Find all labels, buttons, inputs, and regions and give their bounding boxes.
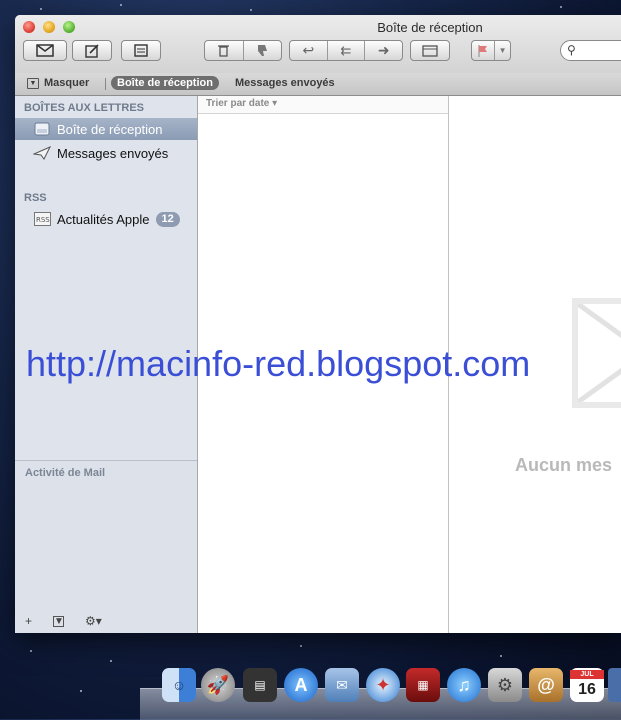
unread-count-badge: 12 — [155, 211, 180, 227]
rss-header: RSS — [24, 192, 47, 204]
mail-activity-panel: Activité de Mail — [15, 460, 197, 633]
archive-box-icon — [422, 44, 438, 57]
search-field[interactable]: ⚲ — [560, 40, 621, 61]
envelope-icon — [36, 44, 54, 57]
sidebar-item-label: Boîte de réception — [57, 121, 163, 137]
minimize-window-button[interactable] — [43, 21, 55, 33]
mail-stamp-icon[interactable]: ✉ — [325, 668, 359, 702]
safari-icon[interactable]: ✦ — [366, 668, 400, 702]
mission-control-icon[interactable]: ▤ — [243, 668, 277, 702]
flag-icon — [478, 44, 488, 57]
favorites-divider — [105, 78, 106, 90]
reply-forward-group: ↩ ⇇ ➜ — [289, 40, 403, 61]
delete-button[interactable] — [205, 41, 244, 60]
sidebar-item-sent[interactable]: Messages envoyés — [15, 142, 197, 164]
svg-text:RSS: RSS — [36, 216, 50, 224]
reply-button[interactable]: ↩ — [290, 41, 328, 60]
launchpad-icon[interactable]: 🚀 — [201, 668, 235, 702]
show-hide-icon[interactable]: ▼ — [53, 616, 64, 627]
delete-junk-group — [204, 40, 282, 61]
note-icon — [134, 44, 148, 57]
get-mail-button[interactable] — [23, 40, 67, 61]
zoom-window-button[interactable] — [63, 21, 75, 33]
calendar-icon[interactable]: JUL 16 — [570, 668, 604, 702]
contacts-icon[interactable]: @ — [529, 668, 563, 702]
hide-label: Masquer — [44, 77, 90, 89]
sort-header[interactable]: Trier par date ▾ — [198, 96, 448, 114]
sidebar-toggle-icon: ▼ — [27, 77, 39, 89]
stack-icon[interactable] — [608, 668, 621, 702]
search-icon: ⚲ — [567, 43, 576, 57]
system-preferences-icon[interactable]: ⚙ — [488, 668, 522, 702]
sidebar-item-inbox[interactable]: Boîte de réception — [15, 118, 197, 140]
chevron-down-icon: ▼ — [498, 46, 507, 55]
sidebar-item-apple-news[interactable]: RSS Actualités Apple 12 — [15, 208, 197, 230]
favorite-sent-button[interactable]: Messages envoyés — [235, 77, 335, 89]
rss-feed-icon: RSS — [33, 211, 51, 227]
hide-mailboxes-button[interactable]: ▼ Masquer — [27, 77, 89, 89]
new-message-button[interactable] — [72, 40, 112, 61]
compose-icon — [85, 43, 99, 58]
inbox-tray-icon — [33, 121, 51, 137]
watermark-url: http://macinfo-red.blogspot.com — [26, 343, 531, 384]
close-window-button[interactable] — [23, 21, 35, 33]
flag-menu-button[interactable]: ▼ — [471, 40, 511, 61]
trash-icon — [218, 45, 230, 57]
sort-by-date-label: Trier par date ▾ — [206, 98, 278, 109]
sidebar-item-label: Messages envoyés — [57, 145, 169, 161]
mailboxes-header: BOÎTES AUX LETTRES — [24, 102, 144, 114]
reply-all-button[interactable]: ⇇ — [328, 41, 366, 60]
add-mailbox-icon[interactable]: + — [25, 614, 32, 628]
sidebar-bottom-bar: + ▼ ⚙▾ — [15, 611, 197, 633]
app-store-icon[interactable]: A — [284, 668, 318, 702]
flag-segment[interactable] — [472, 41, 496, 60]
finder-icon[interactable]: ☺ — [162, 668, 196, 702]
junk-button[interactable] — [244, 41, 282, 60]
activity-label: Activité de Mail — [25, 467, 106, 479]
itunes-icon[interactable]: ♫ — [447, 668, 481, 702]
calendar-month: JUL — [570, 669, 604, 679]
forward-button[interactable]: ➜ — [365, 41, 402, 60]
favorites-bar: ▼ Masquer Boîte de réception Messages en… — [15, 73, 621, 96]
sidebar-item-label: Actualités Apple — [57, 211, 150, 227]
no-message-text: Aucun mes — [515, 455, 613, 475]
flag-dropdown[interactable]: ▼ — [495, 41, 510, 60]
photo-booth-icon[interactable]: ▦ — [406, 668, 440, 702]
favorite-inbox-button[interactable]: Boîte de réception — [111, 76, 219, 90]
archive-button[interactable] — [410, 40, 450, 61]
reply-all-arrow-icon: ⇇ — [340, 42, 352, 58]
empty-envelope-icon — [572, 298, 621, 408]
paper-plane-icon — [33, 145, 51, 161]
titlebar: Boîte de réception ↩ ⇇ ➜ ▼ ⚲ — [15, 15, 621, 74]
thumbs-down-icon — [257, 45, 267, 56]
notes-button[interactable] — [121, 40, 161, 61]
reply-arrow-icon: ↩ — [302, 42, 315, 58]
calendar-day: 16 — [578, 680, 596, 698]
window-title: Boîte de réception — [377, 20, 483, 35]
forward-arrow-icon: ➜ — [377, 42, 390, 58]
gear-icon[interactable]: ⚙▾ — [85, 614, 102, 628]
mail-window: Boîte de réception ↩ ⇇ ➜ ▼ ⚲ ▼ Masquer B… — [15, 15, 621, 633]
